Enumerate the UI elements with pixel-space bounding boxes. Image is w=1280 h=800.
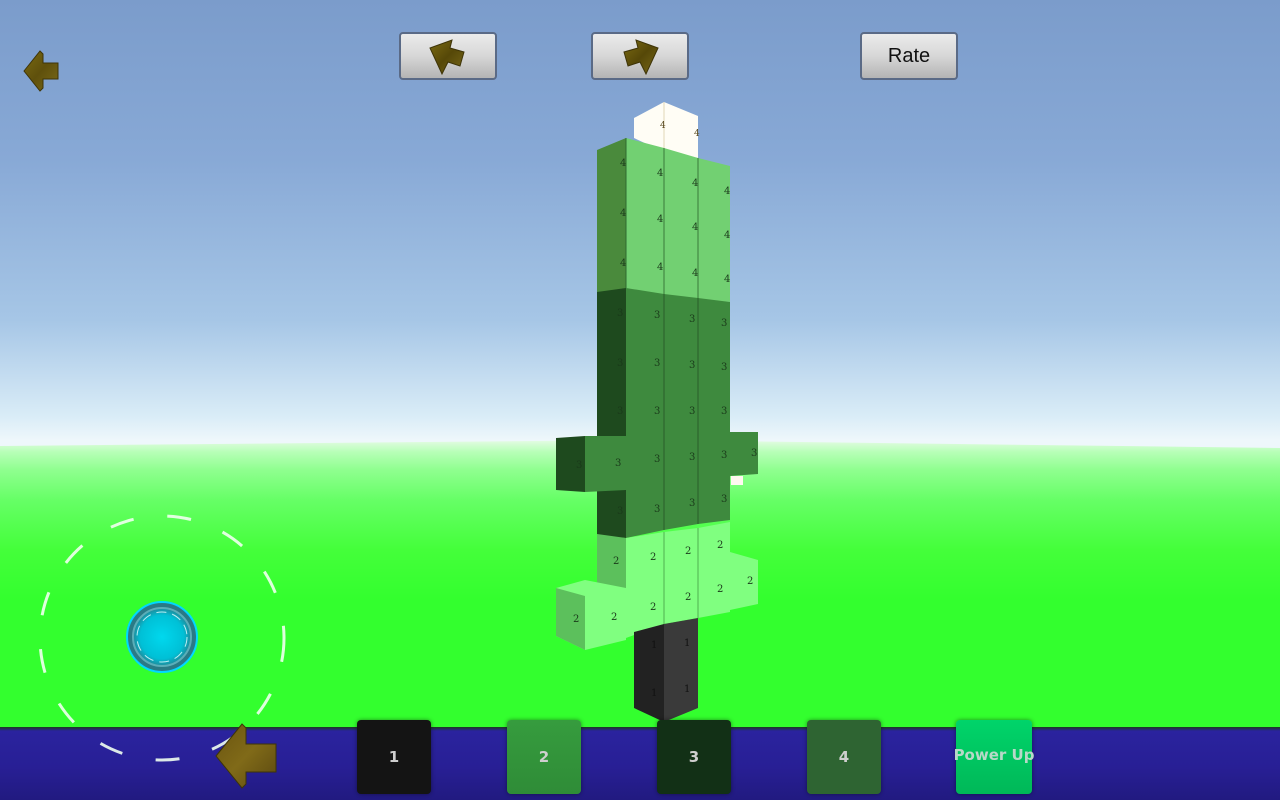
power-up-label: Power Up [953,746,1035,764]
palette-color-4-label: 4 [838,748,850,766]
palette-color-2-label: 2 [538,748,550,766]
rate-button[interactable]: Rate [860,32,958,80]
palette-color-2[interactable]: 2 [507,720,581,794]
bottom-back-button[interactable] [212,722,278,790]
palette-color-3[interactable]: 3 [657,720,731,794]
back-arrow-icon [215,723,277,789]
undo-button[interactable] [399,32,497,80]
back-arrow-icon [23,50,59,92]
palette-color-3-label: 3 [688,748,700,766]
palette-color-4[interactable]: 4 [807,720,881,794]
undo-arrow-icon [429,39,465,76]
joystick-knob[interactable] [126,601,198,673]
palette-color-1-label: 1 [388,748,400,766]
back-button[interactable] [20,48,60,94]
redo-arrow-icon [623,39,659,76]
rate-button-label: Rate [887,44,931,67]
redo-button[interactable] [591,32,689,80]
palette-color-1[interactable]: 1 [357,720,431,794]
power-up-button[interactable]: Power Up [954,720,1034,794]
